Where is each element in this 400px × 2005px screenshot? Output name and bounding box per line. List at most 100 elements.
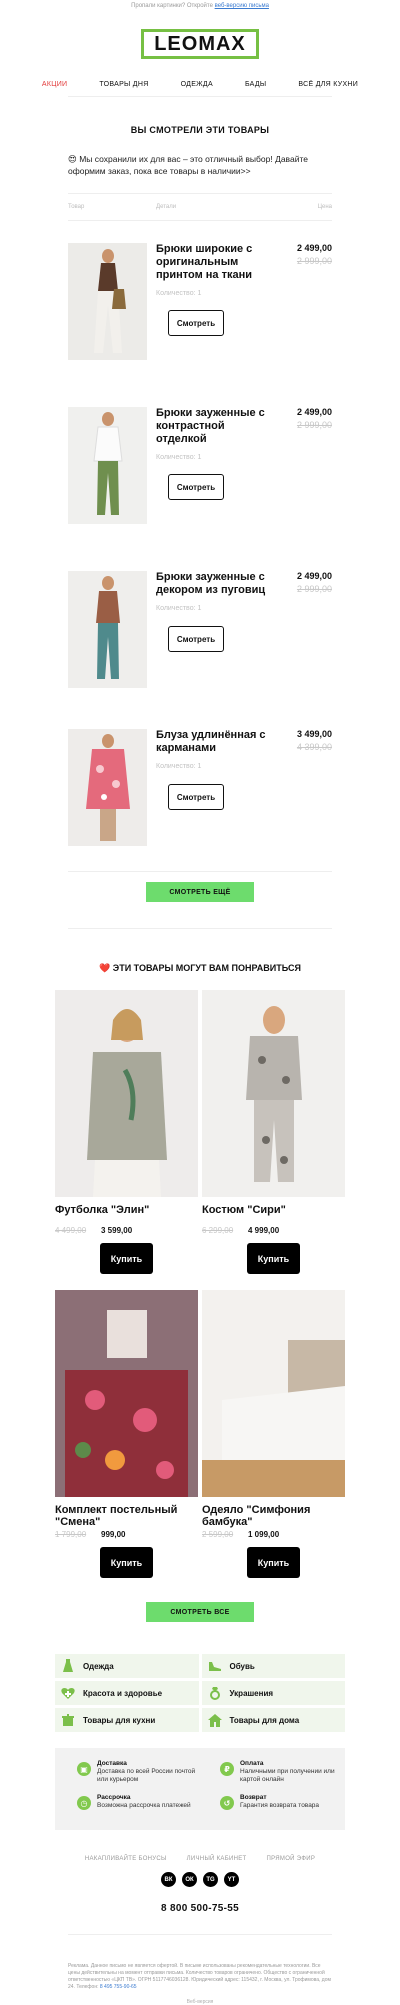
product-photo[interactable] bbox=[68, 729, 147, 846]
product-photo[interactable] bbox=[55, 990, 198, 1197]
info-title: Возврат bbox=[240, 1794, 267, 1801]
recommend-card: Комплект постельный "Смена" 1 799,00 999… bbox=[55, 1290, 198, 1578]
card-old-price: 6 299,00 bbox=[202, 1226, 234, 1235]
col-price: Цена bbox=[317, 204, 332, 210]
card-title[interactable]: Одеяло "Симфония бамбука" bbox=[202, 1504, 345, 1528]
footer-link-bonus[interactable]: НАКАПЛИВАЙТЕ БОНУСЫ bbox=[85, 1856, 167, 1862]
youtube-icon[interactable]: YT bbox=[224, 1872, 239, 1887]
card-prices: 4 499,00 3 599,00 bbox=[55, 1226, 198, 1235]
product-photo[interactable] bbox=[55, 1290, 198, 1497]
buy-button[interactable]: Купить bbox=[247, 1547, 300, 1578]
shoe-icon bbox=[208, 1659, 222, 1673]
category-kitchen[interactable]: Товары для кухни bbox=[55, 1708, 199, 1732]
telegram-icon[interactable]: TG bbox=[203, 1872, 218, 1887]
box-icon: ▣ bbox=[77, 1762, 91, 1776]
preheader-text: Пропали картинки? Откройте bbox=[131, 3, 213, 9]
info-text: Доставка по всей России почтой или курье… bbox=[97, 1768, 196, 1783]
divider bbox=[68, 928, 332, 929]
clock-icon: ◷ bbox=[77, 1796, 91, 1810]
nav-item-deals[interactable]: ТОВАРЫ ДНЯ bbox=[99, 81, 148, 88]
recommend-title-text: ЭТИ ТОВАРЫ МОГУТ ВАМ ПОНРАВИТЬСЯ bbox=[112, 963, 301, 973]
card-old-price: 2 599,00 bbox=[202, 1530, 234, 1539]
info-installment: ◷ Рассрочка Возможна рассрочка платежей bbox=[77, 1794, 207, 1810]
product-name[interactable]: Брюки зауженные с контрастной отделкой bbox=[156, 407, 274, 446]
view-button[interactable]: Смотреть bbox=[168, 784, 224, 810]
ring-icon bbox=[208, 1686, 222, 1700]
nav-item-kitchen[interactable]: ВСЁ ДЛЯ КУХНИ bbox=[298, 81, 358, 88]
buy-button[interactable]: Купить bbox=[100, 1547, 153, 1578]
category-label: Украшения bbox=[229, 1688, 274, 1698]
viewed-product: Брюки широкие с оригинальным принтом на … bbox=[68, 243, 332, 385]
footer-links: НАКАПЛИВАЙТЕ БОНУСЫ ЛИЧНЫЙ КАБИНЕТ ПРЯМО… bbox=[0, 1856, 400, 1862]
product-name[interactable]: Брюки зауженные с декором из пуговиц bbox=[156, 571, 274, 597]
product-photo[interactable] bbox=[202, 990, 345, 1197]
product-name[interactable]: Брюки широкие с оригинальным принтом на … bbox=[156, 243, 274, 282]
card-prices: 6 299,00 4 999,00 bbox=[202, 1226, 345, 1235]
info-text: Возможна рассрочка платежей bbox=[97, 1802, 191, 1809]
dress-icon bbox=[61, 1659, 75, 1673]
category-jewelry[interactable]: Украшения bbox=[201, 1681, 345, 1705]
buy-button[interactable]: Купить bbox=[100, 1243, 153, 1274]
see-more-button[interactable]: СМОТРЕТЬ ЕЩЁ bbox=[146, 882, 254, 902]
view-button[interactable]: Смотреть bbox=[168, 310, 224, 336]
product-price: 2 499,00 bbox=[296, 407, 332, 417]
product-photo[interactable] bbox=[68, 571, 147, 688]
category-label: Товары для кухни bbox=[83, 1715, 156, 1725]
leomax-logo[interactable]: LEOMAX bbox=[141, 29, 259, 59]
category-clothes[interactable]: Одежда bbox=[55, 1654, 199, 1678]
card-title[interactable]: Комплект постельный "Смена" bbox=[55, 1504, 198, 1528]
recommend-card: Одеяло "Симфония бамбука" 2 599,00 1 099… bbox=[202, 1290, 345, 1578]
product-qty: Количество: 1 bbox=[156, 454, 202, 461]
info-title: Оплата bbox=[240, 1760, 264, 1767]
divider bbox=[68, 96, 332, 97]
product-qty: Количество: 1 bbox=[156, 605, 202, 612]
view-button[interactable]: Смотреть bbox=[168, 626, 224, 652]
product-photo[interactable] bbox=[68, 243, 147, 360]
buy-button[interactable]: Купить bbox=[247, 1243, 300, 1274]
legal-phone-link[interactable]: 8 495 755-90-65 bbox=[100, 1984, 137, 1990]
category-label: Одежда bbox=[83, 1661, 114, 1671]
footer-link-live[interactable]: ПРЯМОЙ ЭФИР bbox=[266, 1856, 315, 1862]
viewed-intro: 😍 Мы сохранили их для вас – это отличный… bbox=[68, 154, 308, 176]
vk-icon[interactable]: ВК bbox=[161, 1872, 176, 1887]
card-old-price: 4 499,00 bbox=[55, 1226, 87, 1235]
product-qty: Количество: 1 bbox=[156, 763, 202, 770]
info-title: Рассрочка bbox=[97, 1794, 131, 1801]
product-photo[interactable] bbox=[68, 407, 147, 524]
web-version-link[interactable]: веб-версию письма bbox=[215, 3, 269, 9]
ok-icon[interactable]: ОК bbox=[182, 1872, 197, 1887]
card-price: 4 999,00 bbox=[248, 1226, 280, 1235]
info-block: ▣ Доставка Доставка по всей России почто… bbox=[55, 1748, 345, 1830]
product-name[interactable]: Блуза удлинённая с карманами bbox=[156, 729, 274, 755]
email-page: Пропали картинки? Откройте веб-версию пи… bbox=[0, 0, 400, 2005]
card-title[interactable]: Футболка "Элин" bbox=[55, 1204, 198, 1216]
card-title[interactable]: Костюм "Сири" bbox=[202, 1204, 345, 1216]
divider bbox=[68, 193, 332, 194]
phone-number[interactable]: 8 800 500-75-55 bbox=[0, 1903, 400, 1914]
web-version-footer-link[interactable]: Веб-версия bbox=[0, 1999, 400, 2005]
nav-item-supplements[interactable]: БАДЫ bbox=[245, 81, 266, 88]
info-text: Гарантия возврата товара bbox=[240, 1802, 320, 1809]
product-price: 2 499,00 bbox=[296, 243, 332, 253]
recommend-card: Костюм "Сири" 6 299,00 4 999,00 Купить bbox=[202, 990, 345, 1274]
card-prices: 2 599,00 1 099,00 bbox=[202, 1530, 345, 1539]
return-icon: ↺ bbox=[220, 1796, 234, 1810]
product-photo[interactable] bbox=[202, 1290, 345, 1497]
info-delivery: ▣ Доставка Доставка по всей России почто… bbox=[77, 1760, 207, 1784]
col-detail: Детали bbox=[156, 204, 177, 210]
category-home[interactable]: Товары для дома bbox=[201, 1708, 345, 1732]
heart-icon: ❤️ bbox=[99, 963, 111, 973]
card-price: 999,00 bbox=[101, 1530, 126, 1539]
category-label: Обувь bbox=[229, 1661, 255, 1671]
view-button[interactable]: Смотреть bbox=[168, 474, 224, 500]
footer-link-account[interactable]: ЛИЧНЫЙ КАБИНЕТ bbox=[187, 1856, 247, 1862]
category-beauty[interactable]: Красота и здоровье bbox=[55, 1681, 199, 1705]
card-price: 3 599,00 bbox=[101, 1226, 133, 1235]
divider bbox=[68, 220, 332, 221]
nav-item-clothes[interactable]: ОДЕЖДА bbox=[181, 81, 213, 88]
product-price: 3 499,00 bbox=[296, 729, 332, 739]
nav-item-sales[interactable]: АКЦИИ bbox=[42, 81, 68, 88]
see-all-button[interactable]: СМОТРЕТЬ ВСЕ bbox=[146, 1602, 254, 1622]
category-shoes[interactable]: Обувь bbox=[201, 1654, 345, 1678]
col-item: Товар bbox=[68, 204, 85, 210]
